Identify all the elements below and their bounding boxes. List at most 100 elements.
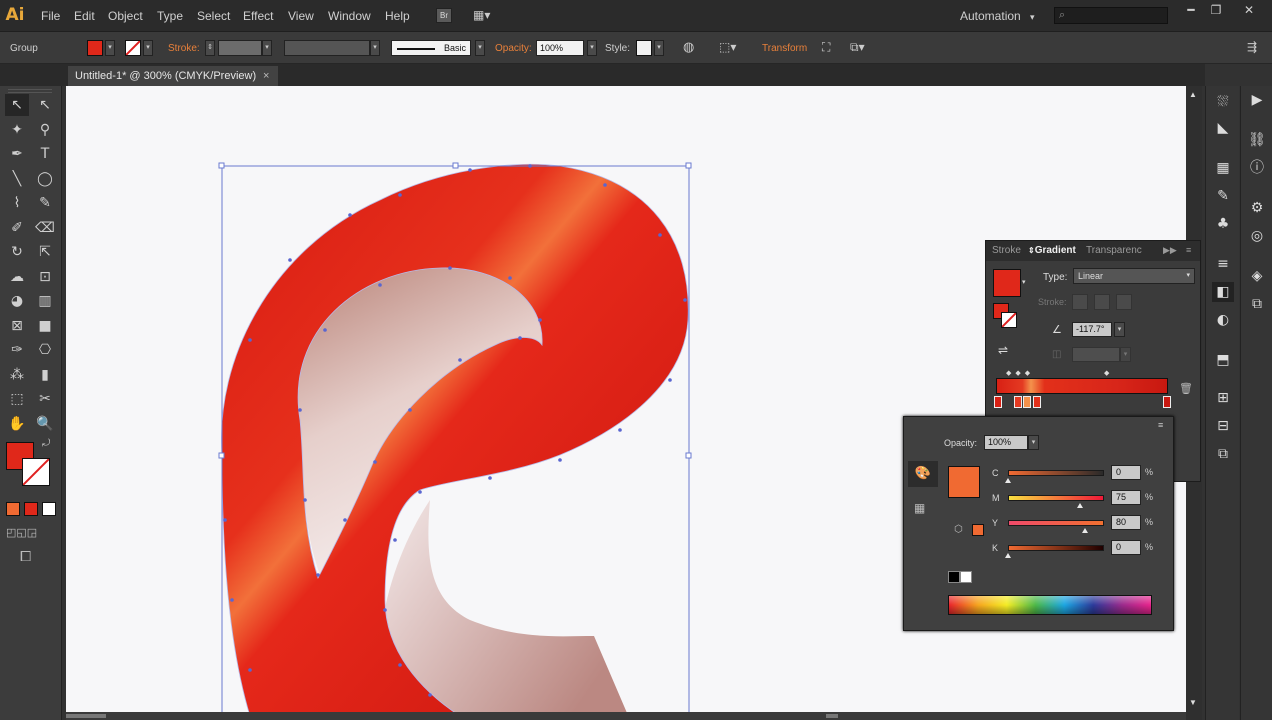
navigator-icon[interactable]: ⚙ [1246, 198, 1268, 218]
stroke-label[interactable]: Stroke: [168, 43, 200, 54]
slider-thumb-c[interactable] [1005, 478, 1011, 483]
menu-object[interactable]: Object [108, 9, 143, 23]
slider-value-k[interactable]: 0 [1111, 540, 1141, 555]
stroke-along-button[interactable] [1094, 294, 1110, 310]
slider-thumb-m[interactable] [1077, 503, 1083, 508]
graphic-style-dropdown[interactable]: ▾ [654, 40, 664, 56]
scroll-down-arrow[interactable]: ▼ [1189, 698, 1197, 707]
pencil-icon[interactable]: ✎ [33, 192, 57, 214]
artboards-icon[interactable]: ⧉ [1246, 294, 1268, 314]
color-opacity-dropdown[interactable]: ▾ [1028, 435, 1039, 450]
stroke-weight-dropdown[interactable]: ▾ [262, 40, 272, 56]
document-tab[interactable]: Untitled-1* @ 300% (CMYK/Preview) × [68, 66, 278, 86]
brush-dropdown[interactable]: ▾ [475, 40, 485, 56]
gradient-stop-4[interactable] [1033, 396, 1041, 408]
actions-icon[interactable]: ▶ [1246, 90, 1268, 110]
slider-track-c[interactable] [1008, 470, 1104, 476]
angle-dropdown[interactable]: ▾ [1114, 322, 1125, 337]
delete-stop-icon[interactable]: 🗑 [1179, 382, 1193, 395]
blend-icon[interactable]: ⎔ [33, 339, 57, 361]
document-info-icon[interactable]: ⓘ [1246, 158, 1268, 178]
menu-window[interactable]: Window [328, 9, 371, 23]
horizontal-scroll-marker[interactable] [826, 714, 838, 718]
pen-icon[interactable]: ✒ [5, 143, 29, 165]
mesh-icon[interactable]: ⊠ [5, 315, 29, 337]
scroll-up-arrow[interactable]: ▲ [1189, 90, 1197, 99]
eraser-icon[interactable]: ⌫ [33, 217, 57, 239]
slice-icon[interactable]: ✂ [33, 388, 57, 410]
blob-brush-icon[interactable]: ✐ [5, 217, 29, 239]
pathfinder-icon[interactable]: ⧉ [1212, 444, 1234, 464]
lasso-icon[interactable]: ⚲ [33, 119, 57, 141]
gradient-panel-icon[interactable]: ◧ [1212, 282, 1234, 302]
perspective-grid-icon[interactable]: ▥ [33, 290, 57, 312]
stroke-across-button[interactable] [1116, 294, 1132, 310]
midpoint-marker-right[interactable]: ◆ [1104, 369, 1109, 377]
out-of-gamut-icon[interactable]: ⬡ [954, 524, 963, 535]
align-panel-icon[interactable]: ⊞ [1212, 388, 1234, 408]
fill-dropdown[interactable]: ▾ [105, 40, 115, 56]
layers-icon[interactable]: ◈ [1246, 266, 1268, 286]
artboard-icon[interactable]: ⬚ [5, 388, 29, 410]
color-opacity-field[interactable]: 100% [984, 435, 1028, 450]
gradient-stop-2[interactable] [1014, 396, 1022, 408]
stroke-weight-field[interactable] [218, 40, 262, 56]
white-swatch[interactable] [960, 571, 972, 583]
recolor-artwork-icon[interactable]: ◍ [683, 40, 694, 55]
slider-track-m[interactable] [1008, 495, 1104, 501]
graphic-styles-icon[interactable]: ◣ [1212, 118, 1234, 138]
gradient-type-select[interactable]: Linear ▾ [1073, 268, 1195, 284]
menu-file[interactable]: File [41, 9, 60, 23]
symbol-sprayer-icon[interactable]: ⁂ [5, 364, 29, 386]
control-panel-menu-icon[interactable]: ⇶ [1247, 40, 1257, 54]
aspect-ratio-field[interactable] [1072, 347, 1120, 362]
bridge-icon[interactable]: Br [436, 8, 452, 23]
type-icon[interactable]: T [33, 143, 57, 165]
fill-stroke-stroke-box[interactable] [1001, 312, 1017, 328]
slider-value-y[interactable]: 80 [1111, 515, 1141, 530]
menu-edit[interactable]: Edit [74, 9, 95, 23]
slider-value-c[interactable]: 0 [1111, 465, 1141, 480]
direct-selection-icon[interactable]: ↖ [33, 94, 57, 116]
selection-icon[interactable]: ↖ [5, 94, 29, 116]
opacity-dropdown[interactable]: ▾ [587, 40, 597, 56]
in-gamut-swatch[interactable] [972, 524, 984, 536]
dock-collapse[interactable] [1209, 76, 1237, 82]
horizontal-scroll-thumb[interactable] [66, 714, 106, 718]
menu-view[interactable]: View [288, 9, 314, 23]
transform-panel-icon[interactable]: ⊟ [1212, 416, 1234, 436]
close-document-button[interactable]: × [263, 66, 269, 86]
search-input[interactable]: ⌕ [1054, 7, 1168, 24]
eyedropper-icon[interactable]: ✑ [5, 339, 29, 361]
brushes-icon[interactable]: ✎ [1212, 186, 1234, 206]
arrange-icon[interactable]: ⧉▾ [850, 40, 865, 55]
reverse-gradient-icon[interactable]: ⇌ [998, 343, 1008, 357]
rotate-icon[interactable]: ↻ [5, 241, 29, 263]
tab-stroke[interactable]: Stroke [992, 245, 1021, 256]
swatches-icon[interactable]: ▦ [1212, 158, 1234, 178]
menu-select[interactable]: Select [197, 9, 230, 23]
shape-builder-icon[interactable]: ◕ [5, 290, 29, 312]
transparency-panel-icon[interactable]: ◐ [1212, 310, 1234, 330]
minimize-button[interactable]: ━ [1180, 3, 1202, 17]
horizontal-scrollbar[interactable] [66, 712, 1186, 720]
swap-fill-stroke-icon[interactable]: ⤾ [42, 438, 50, 449]
menu-effect[interactable]: Effect [243, 9, 273, 23]
attributes-icon[interactable]: ◎ [1246, 226, 1268, 246]
paintbrush-icon[interactable]: ⌇ [5, 192, 29, 214]
midpoint-markers[interactable]: ◆◆◆ [1006, 369, 1034, 377]
slider-track-k[interactable] [1008, 545, 1104, 551]
gradient-swatch-dropdown[interactable]: ▾ [1022, 278, 1026, 286]
scale-icon[interactable]: ⇱ [33, 241, 57, 263]
stroke-weight-stepper[interactable]: ⇕ [205, 40, 215, 56]
close-button[interactable]: ✕ [1238, 3, 1260, 17]
stroke-swatch[interactable] [125, 40, 141, 56]
menu-type[interactable]: Type [157, 9, 183, 23]
gradient-mode-button[interactable] [24, 502, 38, 516]
ellipse-icon[interactable]: ◯ [33, 168, 57, 190]
gradient-tool-icon[interactable]: ■ [33, 315, 57, 337]
tools-stroke-box[interactable] [22, 458, 50, 486]
workspace-switcher[interactable]: Automation ▾ [960, 9, 1035, 23]
slider-thumb-y[interactable] [1081, 528, 1088, 533]
magic-wand-icon[interactable]: ✦ [5, 119, 29, 141]
